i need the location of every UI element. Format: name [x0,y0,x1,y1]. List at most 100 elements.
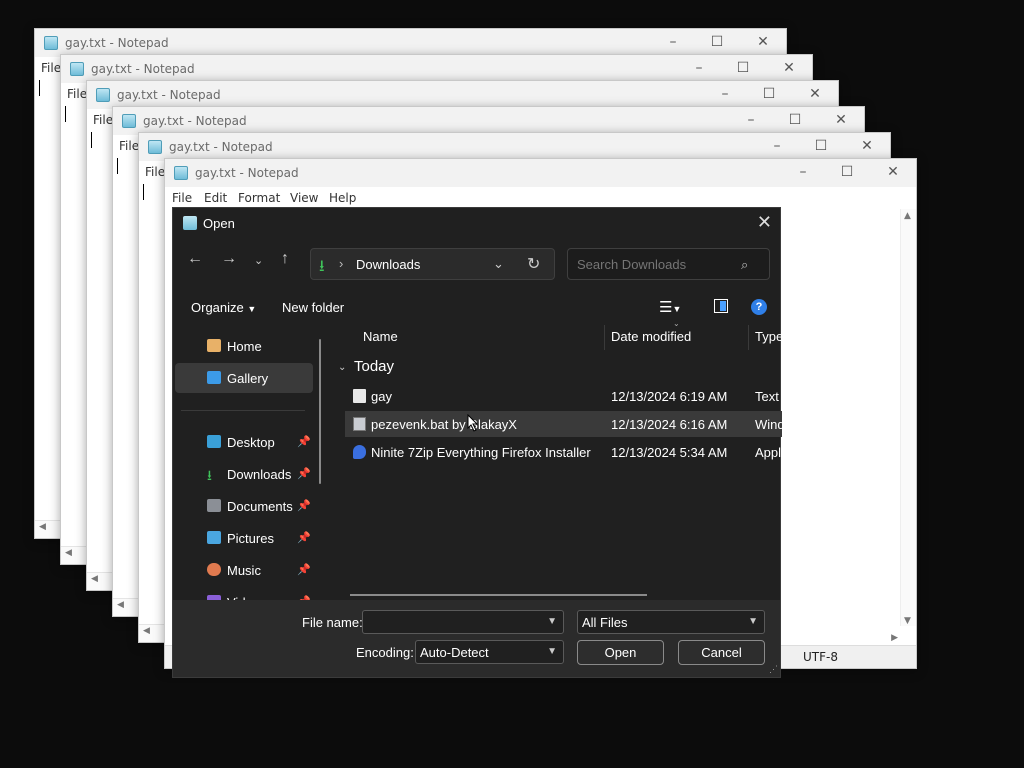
help-icon[interactable]: ? [751,299,767,315]
column-header-name[interactable]: Name [363,329,398,344]
preview-pane-icon[interactable] [714,299,728,313]
cancel-button[interactable]: Cancel [678,640,765,665]
maximize-icon[interactable]: ☐ [837,163,857,181]
scroll-down-icon[interactable]: ▼ [904,616,911,626]
minimize-icon[interactable]: – [793,163,813,181]
view-options-icon[interactable]: ☰▼ [659,298,681,316]
chevron-down-icon[interactable]: ▼ [748,616,758,627]
menu-file[interactable]: File [93,113,113,127]
sidebar-item-documents[interactable]: Documents 📌 [175,491,313,521]
notepad-titlebar[interactable]: gay.txt - Notepad – ☐ ✕ [113,107,864,135]
menu-file[interactable]: File [119,139,139,153]
menu-edit[interactable]: Edit [204,191,227,205]
dialog-titlebar[interactable]: Open ✕ [173,208,780,238]
column-divider[interactable] [748,325,749,350]
menu-format[interactable]: Format [238,191,280,205]
close-icon[interactable]: ✕ [831,111,851,129]
maximize-icon[interactable]: ☐ [785,111,805,129]
chevron-down-icon[interactable]: ⌄ [338,362,346,373]
sidebar-item-desktop[interactable]: Desktop 📌 [175,427,313,457]
sidebar-item-home[interactable]: Home [175,331,313,361]
recent-locations-icon[interactable]: ⌄ [254,254,263,267]
back-icon[interactable]: ← [187,250,203,268]
scroll-up-icon[interactable]: ▲ [904,211,911,221]
close-icon[interactable]: ✕ [805,85,825,103]
pin-icon: 📌 [297,532,311,544]
scroll-left-icon[interactable]: ◀ [117,600,124,610]
search-input[interactable] [567,248,770,280]
navigation-scrollbar[interactable] [319,339,321,484]
column-header-date[interactable]: Date modified [611,329,691,344]
file-row[interactable]: gay 12/13/2024 6:19 AM Text D [345,383,782,409]
notepad-titlebar[interactable]: gay.txt - Notepad – ☐ ✕ [35,29,786,57]
maximize-icon[interactable]: ☐ [759,85,779,103]
resize-grip-icon[interactable]: ⋰ [769,664,778,675]
organize-button[interactable]: Organize ▼ [191,300,256,315]
file-date: 12/13/2024 6:16 AM [611,417,728,432]
menu-file[interactable]: File [41,61,61,75]
scroll-left-icon[interactable]: ◀ [39,522,46,532]
menu-file[interactable]: File [67,87,87,101]
file-type: Wind [755,417,782,432]
sidebar-item-pictures[interactable]: Pictures 📌 [175,523,313,553]
maximize-icon[interactable]: ☐ [733,59,753,77]
minimize-icon[interactable]: – [741,111,761,129]
file-name: Ninite 7Zip Everything Firefox Installer [371,445,591,460]
chevron-down-icon[interactable]: ⌄ [493,256,504,272]
column-header-type[interactable]: Type [755,329,783,344]
forward-icon[interactable]: → [221,250,237,268]
scroll-right-icon[interactable]: ▶ [891,633,898,643]
new-folder-button[interactable]: New folder [282,300,344,315]
file-row[interactable]: pezevenk.bat by BlakayX 12/13/2024 6:16 … [345,411,782,437]
text-caret [65,106,66,122]
chevron-down-icon[interactable]: ▼ [547,616,557,627]
file-list-scrollbar[interactable] [350,594,647,596]
encoding-select[interactable]: Auto-Detect ▼ [415,640,564,664]
maximize-icon[interactable]: ☐ [811,137,831,155]
file-name-label: File name: [302,615,363,630]
sidebar-item-music[interactable]: Music 📌 [175,555,313,585]
refresh-icon[interactable]: ↻ [527,254,540,274]
close-icon[interactable]: ✕ [883,163,903,181]
menu-file[interactable]: File [172,191,192,205]
notepad-titlebar[interactable]: gay.txt - Notepad – ☐ ✕ [165,159,916,187]
maximize-icon[interactable]: ☐ [707,33,727,51]
encoding-status: UTF-8 [803,650,838,664]
close-icon[interactable]: ✕ [757,212,772,233]
scroll-left-icon[interactable]: ◀ [91,574,98,584]
open-button[interactable]: Open [577,640,664,665]
close-icon[interactable]: ✕ [753,33,773,51]
menu-view[interactable]: View [290,191,318,205]
pin-icon: 📌 [297,500,311,512]
scroll-left-icon[interactable]: ◀ [143,626,150,636]
minimize-icon[interactable]: – [663,33,683,51]
minimize-icon[interactable]: – [715,85,735,103]
close-icon[interactable]: ✕ [857,137,877,155]
open-dialog[interactable]: Open ✕ ← → ⌄ ↑ ⭳ › Downloads ⌄ ↻ ⌕ Organ… [172,207,783,678]
search-icon[interactable]: ⌕ [741,257,748,273]
notepad-titlebar[interactable]: gay.txt - Notepad – ☐ ✕ [139,133,890,161]
scroll-left-icon[interactable]: ◀ [65,548,72,558]
group-header-today[interactable]: Today [354,358,394,375]
minimize-icon[interactable]: – [767,137,787,155]
file-name-field[interactable]: ▼ [362,610,564,634]
up-icon[interactable]: ↑ [281,250,289,268]
notepad-titlebar[interactable]: gay.txt - Notepad – ☐ ✕ [61,55,812,83]
sidebar-item-gallery[interactable]: Gallery [175,363,313,393]
chevron-down-icon[interactable]: ▼ [547,646,557,657]
file-row[interactable]: Ninite 7Zip Everything Firefox Installer… [345,439,782,465]
menu-file[interactable]: File [145,165,165,179]
close-icon[interactable]: ✕ [779,59,799,77]
address-bar[interactable]: ⭳ › Downloads ⌄ ↻ [310,248,555,280]
encoding-value: Auto-Detect [420,645,489,660]
menu-help[interactable]: Help [329,191,356,205]
notepad-menubar: File Edit Format View Help [165,187,916,209]
notepad-titlebar[interactable]: gay.txt - Notepad – ☐ ✕ [87,81,838,109]
vertical-scrollbar[interactable]: ▲ ▼ [900,209,916,626]
column-divider[interactable] [604,325,605,350]
breadcrumb-downloads[interactable]: Downloads [356,257,420,272]
notepad-icon [96,88,110,102]
sidebar-item-downloads[interactable]: ⭳ Downloads 📌 [175,459,313,489]
file-type-filter[interactable]: All Files ▼ [577,610,765,634]
minimize-icon[interactable]: – [689,59,709,77]
